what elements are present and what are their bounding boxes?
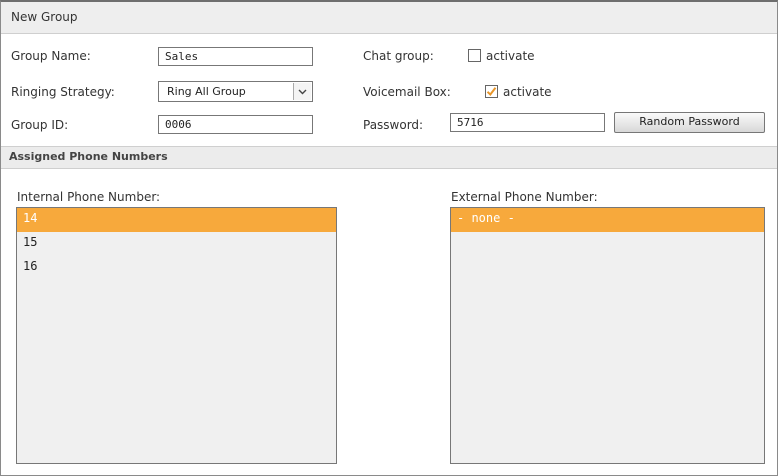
group-name-label: Group Name: — [11, 49, 91, 63]
assigned-numbers-section-header: Assigned Phone Numbers — [1, 146, 777, 169]
internal-phone-number-list[interactable]: 14 15 16 — [16, 207, 337, 464]
ringing-strategy-label: Ringing Strategy: — [11, 85, 115, 99]
ringing-strategy-select[interactable]: Ring All Group — [158, 81, 313, 102]
internal-phone-number-label: Internal Phone Number: — [17, 190, 161, 204]
new-group-panel: New Group Group Name: Sales Chat group: … — [0, 0, 778, 476]
chevron-down-icon[interactable] — [293, 83, 311, 100]
list-item[interactable]: - none - — [451, 208, 764, 232]
random-password-button[interactable]: Random Password — [614, 112, 765, 133]
chat-group-option-label[interactable]: activate — [486, 49, 535, 63]
group-id-input[interactable]: 0006 — [158, 115, 313, 134]
chat-group-checkbox[interactable] — [468, 49, 481, 62]
voicemail-box-checkbox[interactable] — [485, 85, 498, 98]
checkmark-icon — [486, 87, 497, 96]
external-phone-number-label: External Phone Number: — [451, 190, 598, 204]
panel-header: New Group — [1, 2, 777, 34]
section-title: Assigned Phone Numbers — [9, 150, 168, 163]
external-phone-number-list[interactable]: - none - — [450, 207, 765, 464]
group-id-label: Group ID: — [11, 118, 69, 132]
list-item[interactable]: 16 — [17, 256, 336, 280]
list-item[interactable]: 14 — [17, 208, 336, 232]
panel-title: New Group — [11, 10, 78, 24]
chat-group-label: Chat group: — [363, 49, 434, 63]
password-input[interactable]: 5716 — [450, 113, 605, 132]
voicemail-box-option-label[interactable]: activate — [503, 85, 552, 99]
list-item[interactable]: 15 — [17, 232, 336, 256]
group-name-input[interactable]: Sales — [158, 47, 313, 66]
password-label: Password: — [363, 118, 424, 132]
ringing-strategy-value: Ring All Group — [167, 85, 246, 98]
voicemail-box-label: Voicemail Box: — [363, 85, 451, 99]
